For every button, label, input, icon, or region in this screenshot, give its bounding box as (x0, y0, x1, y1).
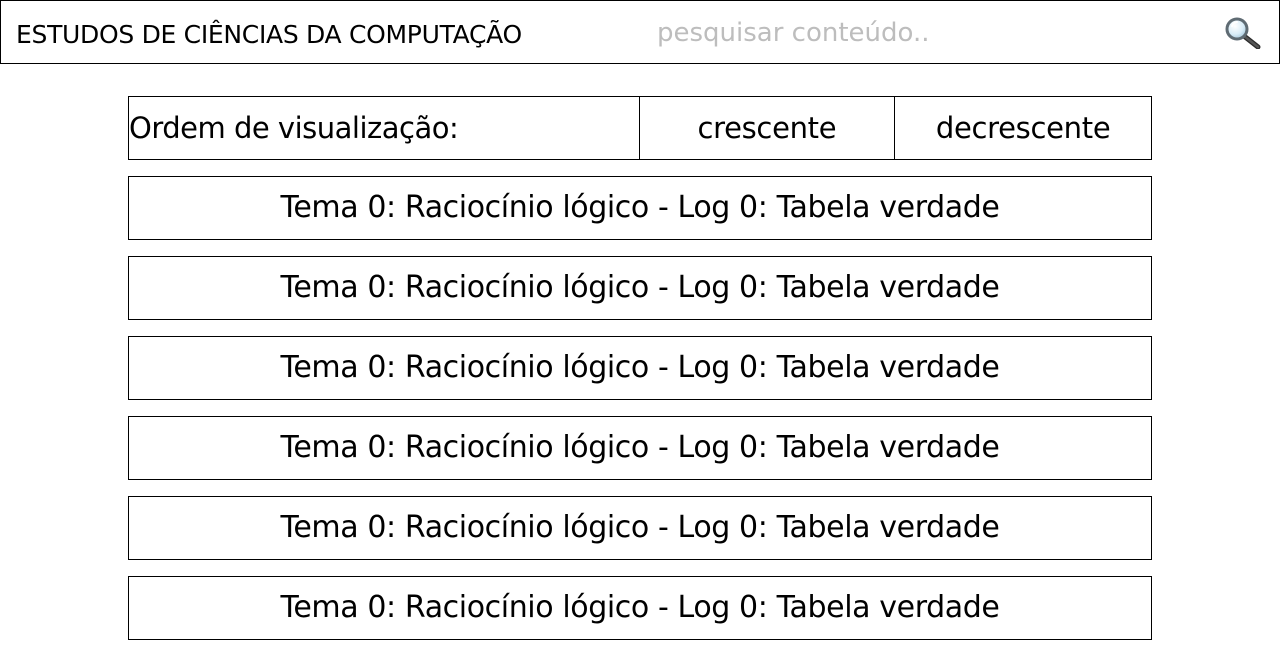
topic-item[interactable]: Tema 0: Raciocínio lógico - Log 0: Tabel… (128, 496, 1152, 560)
site-title: ESTUDOS DE CIÊNCIAS DA COMPUTAÇÃO (16, 20, 522, 49)
sort-order-bar: Ordem de visualização: crescente decresc… (128, 96, 1152, 160)
topic-item[interactable]: Tema 0: Raciocínio lógico - Log 0: Tabel… (128, 416, 1152, 480)
topic-item[interactable]: Tema 0: Raciocínio lógico - Log 0: Tabel… (128, 176, 1152, 240)
top-bar: ESTUDOS DE CIÊNCIAS DA COMPUTAÇÃO (0, 0, 1280, 64)
topic-item[interactable]: Tema 0: Raciocínio lógico - Log 0: Tabel… (128, 336, 1152, 400)
search-icon[interactable] (1225, 17, 1261, 50)
topic-item[interactable]: Tema 0: Raciocínio lógico - Log 0: Tabel… (128, 576, 1152, 640)
sort-order-label: Ordem de visualização: (129, 97, 640, 159)
sort-ascending-button[interactable]: crescente (640, 97, 896, 159)
sort-descending-button[interactable]: decrescente (895, 97, 1151, 159)
search-input[interactable] (651, 9, 1211, 57)
topic-item[interactable]: Tema 0: Raciocínio lógico - Log 0: Tabel… (128, 256, 1152, 320)
topic-list: Tema 0: Raciocínio lógico - Log 0: Tabel… (128, 176, 1152, 656)
